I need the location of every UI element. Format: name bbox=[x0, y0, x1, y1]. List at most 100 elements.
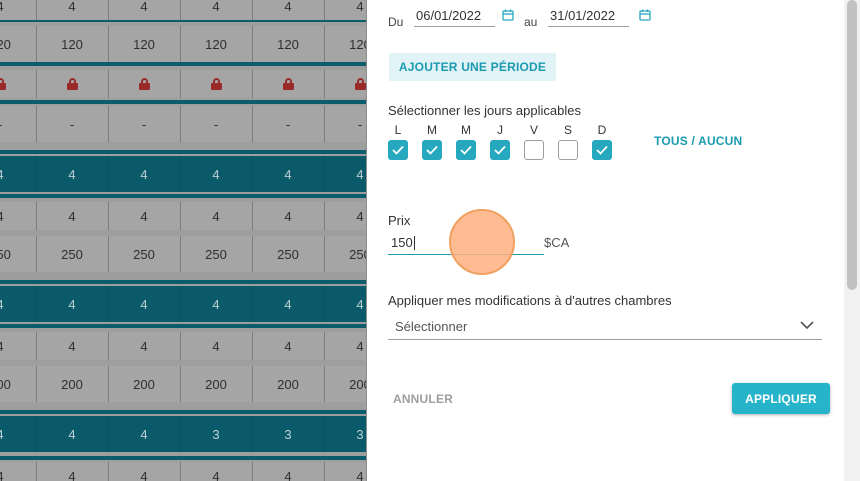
day-letter: D bbox=[597, 123, 607, 137]
grid-cell[interactable]: - bbox=[0, 106, 36, 142]
grid-cell[interactable]: 4 bbox=[36, 286, 108, 322]
grid-cell[interactable]: 4 bbox=[324, 462, 370, 481]
grid-cell-lock[interactable] bbox=[108, 70, 180, 98]
grid-cell[interactable]: 4 bbox=[252, 462, 324, 481]
grid-cell[interactable]: 4 bbox=[180, 202, 252, 230]
grid-cell[interactable]: 4 bbox=[36, 0, 108, 20]
day-checkbox[interactable] bbox=[456, 140, 476, 160]
grid-cell[interactable]: 4 bbox=[252, 156, 324, 192]
grid-cell[interactable]: 3 bbox=[324, 416, 370, 452]
grid-cell[interactable]: 4 bbox=[0, 416, 36, 452]
grid-cell[interactable]: 200 bbox=[252, 366, 324, 402]
grid-cell[interactable]: 200 bbox=[36, 366, 108, 402]
calendar-icon[interactable] bbox=[639, 9, 651, 21]
grid-cell[interactable]: 250 bbox=[324, 236, 370, 272]
add-period-button[interactable]: AJOUTER UNE PÉRIODE bbox=[389, 53, 556, 81]
grid-row: ------ bbox=[0, 106, 370, 142]
grid-cell[interactable]: 4 bbox=[36, 416, 108, 452]
grid-cell[interactable]: 120 bbox=[180, 26, 252, 62]
grid-cell[interactable]: 200 bbox=[108, 366, 180, 402]
grid-cell-lock[interactable] bbox=[36, 70, 108, 98]
cancel-button[interactable]: ANNULER bbox=[390, 385, 456, 413]
row-separator bbox=[0, 410, 370, 414]
grid-cell[interactable]: 4 bbox=[36, 156, 108, 192]
grid-row: 120120120120120120 bbox=[0, 26, 370, 62]
grid-cell[interactable]: 250 bbox=[180, 236, 252, 272]
grid-cell[interactable]: 4 bbox=[180, 332, 252, 360]
grid-cell[interactable]: 250 bbox=[108, 236, 180, 272]
day-checkbox[interactable] bbox=[388, 140, 408, 160]
grid-cell-lock[interactable] bbox=[252, 70, 324, 98]
grid-cell[interactable]: 4 bbox=[0, 462, 36, 481]
grid-cell[interactable]: 4 bbox=[108, 202, 180, 230]
grid-cell[interactable]: 4 bbox=[252, 332, 324, 360]
grid-cell[interactable]: 4 bbox=[252, 0, 324, 20]
grid-cell[interactable]: 3 bbox=[180, 416, 252, 452]
day-checkbox[interactable] bbox=[422, 140, 442, 160]
toggle-all-days-button[interactable]: TOUS / AUCUN bbox=[654, 134, 742, 148]
grid-cell[interactable]: 4 bbox=[0, 332, 36, 360]
grid-cell[interactable]: 4 bbox=[324, 156, 370, 192]
grid-cell[interactable]: 4 bbox=[252, 286, 324, 322]
calendar-icon[interactable] bbox=[502, 9, 514, 21]
grid-cell[interactable]: 4 bbox=[36, 332, 108, 360]
grid-cell[interactable]: 4 bbox=[108, 332, 180, 360]
grid-cell[interactable]: - bbox=[324, 106, 370, 142]
grid-cell[interactable]: 4 bbox=[180, 286, 252, 322]
grid-cell[interactable]: 200 bbox=[180, 366, 252, 402]
grid-cell[interactable]: - bbox=[252, 106, 324, 142]
date-from-input[interactable]: 06/01/2022 bbox=[414, 5, 495, 27]
scrollbar[interactable] bbox=[844, 0, 860, 481]
grid-cell[interactable]: 250 bbox=[252, 236, 324, 272]
grid-cell[interactable]: 4 bbox=[108, 0, 180, 20]
check-icon bbox=[596, 145, 608, 155]
grid-cell[interactable]: 4 bbox=[180, 0, 252, 20]
day-checkbox[interactable] bbox=[592, 140, 612, 160]
apply-button[interactable]: APPLIQUER bbox=[732, 383, 830, 414]
grid-cell[interactable]: 4 bbox=[108, 156, 180, 192]
grid-cell[interactable]: 4 bbox=[36, 462, 108, 481]
grid-cell[interactable]: 4 bbox=[324, 286, 370, 322]
grid-cell[interactable]: 4 bbox=[324, 0, 370, 20]
price-label: Prix bbox=[388, 213, 411, 228]
grid-cell[interactable]: 120 bbox=[36, 26, 108, 62]
grid-cell[interactable]: 4 bbox=[108, 462, 180, 481]
grid-cell[interactable]: 200 bbox=[0, 366, 36, 402]
grid-cell[interactable]: 120 bbox=[108, 26, 180, 62]
day-checkbox[interactable] bbox=[558, 140, 578, 160]
grid-cell-lock[interactable] bbox=[324, 70, 370, 98]
grid-cell[interactable]: 4 bbox=[108, 286, 180, 322]
grid-cell[interactable]: 120 bbox=[324, 26, 370, 62]
grid-cell[interactable]: - bbox=[36, 106, 108, 142]
grid-cell[interactable]: 250 bbox=[0, 236, 36, 272]
grid-cell[interactable]: 4 bbox=[324, 202, 370, 230]
check-icon bbox=[426, 145, 438, 155]
rooms-select[interactable]: Sélectionner bbox=[388, 313, 822, 340]
grid-cell[interactable]: 4 bbox=[0, 286, 36, 322]
grid-cell-lock[interactable] bbox=[0, 70, 36, 98]
grid-cell[interactable]: 4 bbox=[0, 156, 36, 192]
grid-cell[interactable]: 120 bbox=[0, 26, 36, 62]
days-section-label: Sélectionner les jours applicables bbox=[388, 103, 581, 118]
grid-cell[interactable]: 4 bbox=[108, 416, 180, 452]
grid-cell[interactable]: 4 bbox=[0, 202, 36, 230]
grid-cell[interactable]: - bbox=[108, 106, 180, 142]
grid-cell[interactable]: 4 bbox=[0, 0, 36, 20]
scrollbar-thumb[interactable] bbox=[847, 0, 857, 290]
grid-cell[interactable]: 4 bbox=[36, 202, 108, 230]
grid-cell[interactable]: 4 bbox=[180, 462, 252, 481]
grid-cell[interactable]: 4 bbox=[324, 332, 370, 360]
grid-cell[interactable]: 4 bbox=[252, 202, 324, 230]
grid-cell[interactable]: - bbox=[180, 106, 252, 142]
grid-cell-lock[interactable] bbox=[180, 70, 252, 98]
day-checkbox[interactable] bbox=[524, 140, 544, 160]
text-cursor bbox=[413, 235, 415, 250]
grid-cell[interactable]: 120 bbox=[252, 26, 324, 62]
day-checkbox[interactable] bbox=[490, 140, 510, 160]
grid-cell[interactable]: 250 bbox=[36, 236, 108, 272]
day-letter: L bbox=[394, 123, 402, 137]
grid-cell[interactable]: 200 bbox=[324, 366, 370, 402]
date-to-input[interactable]: 31/01/2022 bbox=[548, 5, 629, 27]
grid-cell[interactable]: 4 bbox=[180, 156, 252, 192]
grid-cell[interactable]: 3 bbox=[252, 416, 324, 452]
